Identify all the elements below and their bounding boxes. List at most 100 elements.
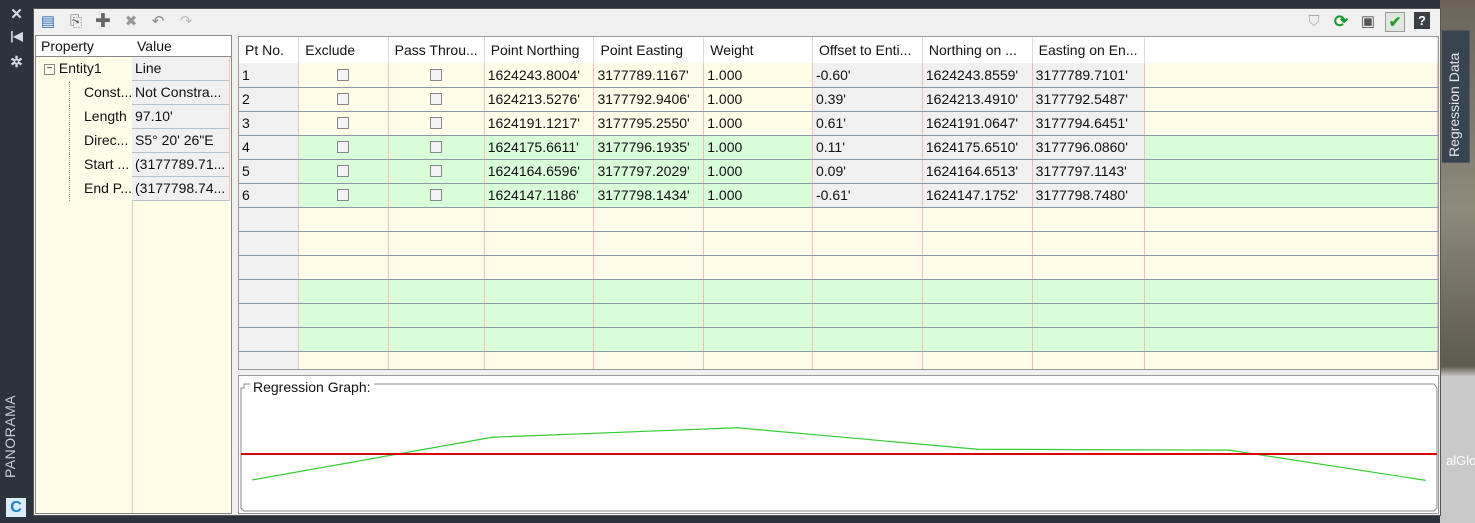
property-row[interactable]: Const... Not Constra... — [36, 81, 231, 105]
empty-cell[interactable] — [388, 255, 485, 280]
empty-cell[interactable] — [703, 279, 813, 304]
save-icon[interactable]: ▣ — [1358, 12, 1378, 32]
pass-through-checkbox[interactable] — [388, 111, 485, 136]
pass-through-checkbox[interactable] — [388, 87, 485, 112]
redo-icon[interactable]: ↷ — [176, 12, 196, 32]
table-row[interactable]: 4 1624175.6611' 3177796.1935' 1.000 0.11' 162… — [239, 135, 1438, 160]
empty-cell[interactable] — [593, 351, 705, 369]
empty-cell[interactable] — [703, 207, 813, 232]
empty-cell[interactable] — [812, 231, 923, 256]
empty-cell[interactable] — [922, 351, 1033, 369]
column-header[interactable]: Pass Throu... — [388, 37, 485, 63]
delete-icon[interactable]: ✖ — [121, 12, 141, 32]
empty-cell[interactable] — [484, 327, 595, 352]
empty-cell[interactable] — [1032, 231, 1145, 256]
collapse-toggle-icon[interactable]: − — [44, 63, 55, 75]
empty-cell[interactable] — [703, 255, 813, 280]
empty-cell[interactable] — [388, 279, 485, 304]
gear-icon[interactable]: ✲ — [8, 53, 25, 71]
cell-weight[interactable]: 1.000 — [703, 135, 813, 160]
table-row[interactable]: 2 1624213.5276' 3177792.9406' 1.000 0.39' 162… — [239, 87, 1438, 112]
empty-cell[interactable] — [593, 327, 705, 352]
empty-cell[interactable] — [1032, 279, 1145, 304]
property-row[interactable]: Direc... S5° 20' 26"E — [36, 129, 231, 153]
empty-cell[interactable] — [1032, 303, 1145, 328]
accept-icon[interactable]: ✔ — [1385, 12, 1405, 32]
exclude-checkbox[interactable] — [298, 63, 389, 88]
table-row[interactable]: 5 1624164.6596' 3177797.2029' 1.000 0.09' 162… — [239, 159, 1438, 184]
column-header[interactable]: Pt No. — [239, 37, 300, 63]
cell-weight[interactable]: 1.000 — [703, 183, 813, 208]
column-header[interactable]: Weight — [703, 37, 813, 63]
cell-east[interactable]: 3177795.2550' — [593, 111, 705, 136]
cell-east[interactable]: 3177789.1167' — [593, 63, 705, 88]
empty-cell[interactable] — [1032, 327, 1145, 352]
pass-through-checkbox[interactable] — [388, 159, 485, 184]
empty-cell[interactable] — [484, 303, 595, 328]
table-row[interactable] — [239, 279, 1438, 304]
refresh-icon[interactable]: ⟳ — [1331, 12, 1351, 32]
table-row[interactable] — [239, 303, 1438, 328]
property-row[interactable]: End P... (3177798.74... — [36, 177, 231, 201]
empty-cell[interactable] — [484, 231, 595, 256]
empty-cell[interactable] — [703, 327, 813, 352]
exclude-checkbox[interactable] — [298, 183, 389, 208]
import-icon[interactable]: ▤ — [38, 12, 58, 32]
entity-row[interactable]: − Entity1 Line — [36, 57, 231, 81]
empty-cell[interactable] — [388, 327, 485, 352]
empty-cell[interactable] — [812, 351, 923, 369]
cell-north[interactable]: 1624175.6611' — [484, 135, 595, 160]
cell-weight[interactable]: 1.000 — [703, 87, 813, 112]
undo-icon[interactable]: ↶ — [148, 12, 168, 32]
exclude-checkbox[interactable] — [298, 135, 389, 160]
column-header[interactable]: Offset to Enti... — [812, 37, 923, 63]
empty-cell[interactable] — [593, 279, 705, 304]
column-header[interactable]: Point Northing — [484, 37, 595, 63]
table-row[interactable] — [239, 231, 1438, 256]
paste-icon[interactable]: ⎘ — [66, 12, 86, 32]
empty-cell[interactable] — [922, 231, 1033, 256]
empty-cell[interactable] — [922, 279, 1033, 304]
table-row[interactable]: 1 1624243.8004' 3177789.1167' 1.000 -0.60' 16… — [239, 63, 1438, 88]
empty-cell[interactable] — [388, 207, 485, 232]
column-header[interactable]: Easting on En... — [1032, 37, 1145, 63]
empty-cell[interactable] — [812, 207, 923, 232]
property-row[interactable]: Start ... (3177789.71... — [36, 153, 231, 177]
column-header[interactable]: Exclude — [298, 37, 389, 63]
empty-cell[interactable] — [593, 255, 705, 280]
empty-cell[interactable] — [922, 207, 1033, 232]
empty-cell[interactable] — [593, 207, 705, 232]
table-row[interactable] — [239, 255, 1438, 280]
help-icon[interactable]: ? — [1414, 12, 1430, 29]
column-header[interactable]: Point Easting — [593, 37, 705, 63]
cell-east[interactable]: 3177797.2029' — [593, 159, 705, 184]
exclude-checkbox[interactable] — [298, 87, 389, 112]
empty-cell[interactable] — [1032, 255, 1145, 280]
empty-cell[interactable] — [484, 279, 595, 304]
cell-north[interactable]: 1624243.8004' — [484, 63, 595, 88]
cell-north[interactable]: 1624191.1217' — [484, 111, 595, 136]
empty-cell[interactable] — [922, 255, 1033, 280]
cell-weight[interactable]: 1.000 — [703, 159, 813, 184]
cell-east[interactable]: 3177798.1434' — [593, 183, 705, 208]
empty-cell[interactable] — [812, 303, 923, 328]
cell-north[interactable]: 1624164.6596' — [484, 159, 595, 184]
pass-through-checkbox[interactable] — [388, 135, 485, 160]
empty-cell[interactable] — [298, 351, 389, 369]
empty-cell[interactable] — [812, 327, 923, 352]
close-icon[interactable]: ✕ — [8, 5, 25, 23]
exclude-checkbox[interactable] — [298, 159, 389, 184]
empty-cell[interactable] — [922, 327, 1033, 352]
empty-cell[interactable] — [1032, 207, 1145, 232]
empty-cell[interactable] — [298, 327, 389, 352]
empty-cell[interactable] — [298, 303, 389, 328]
empty-cell[interactable] — [922, 303, 1033, 328]
column-header[interactable]: Northing on ... — [922, 37, 1033, 63]
cell-north[interactable]: 1624147.1186' — [484, 183, 595, 208]
empty-cell[interactable] — [388, 303, 485, 328]
add-icon[interactable]: ✚ — [93, 12, 113, 32]
cell-north[interactable]: 1624213.5276' — [484, 87, 595, 112]
pass-through-checkbox[interactable] — [388, 183, 485, 208]
empty-cell[interactable] — [298, 231, 389, 256]
empty-cell[interactable] — [703, 351, 813, 369]
